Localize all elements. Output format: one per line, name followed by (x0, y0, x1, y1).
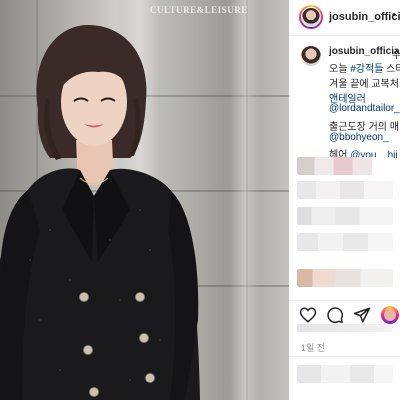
header-separator: • (392, 9, 396, 21)
heart-icon (299, 307, 317, 323)
share-icon (353, 307, 371, 323)
share-button[interactable] (353, 306, 371, 324)
post-caption: josubin_official 수 오늘 #강적들 스타 겨울 끝에 교복처 … (289, 40, 400, 161)
mention-link[interactable]: @lordandtailor_o (329, 103, 400, 114)
woman-in-tweed-jacket-figure (0, 25, 200, 400)
blurred-comment (297, 269, 393, 287)
caption-line: 겨울 끝에 교복처 (329, 79, 399, 90)
blurred-comment (297, 207, 393, 225)
caption-text: 오늘 (329, 64, 351, 75)
story-avatar[interactable] (381, 306, 399, 324)
mention-link[interactable]: @bbohyeon_ (329, 132, 389, 143)
caption-first-word: 수 (392, 50, 400, 61)
profile-avatar[interactable] (299, 5, 323, 29)
blurred-comments (289, 155, 400, 295)
post-timestamp: 1일 전 (301, 343, 326, 353)
caption-line: 오늘 #강적들 스타 (329, 60, 400, 75)
blurred-comment (297, 365, 393, 383)
blurred-comment (297, 233, 393, 251)
blurred-comment (297, 157, 393, 175)
like-button[interactable] (299, 306, 317, 324)
blurred-likes (297, 324, 393, 332)
header-username[interactable]: josubin_official (329, 11, 400, 23)
post-header: josubin_official • (289, 0, 400, 36)
post-photo[interactable]: CULTURE&LEISURE (0, 0, 289, 400)
blurred-comment-area (289, 357, 400, 400)
post-sidebar: josubin_official • josubin_official 수 오늘… (289, 0, 400, 400)
profile-photo (301, 7, 321, 27)
caption-username[interactable]: josubin_official (329, 46, 400, 57)
hashtag-link[interactable]: #강적들 (350, 64, 383, 75)
caption-text: 스타 (386, 64, 400, 75)
comment-icon (327, 307, 344, 324)
comment-button[interactable] (326, 306, 344, 324)
blurred-comment (297, 181, 393, 199)
caption-line: 출근도장 거의 매 (329, 122, 399, 133)
caption-avatar[interactable] (301, 46, 321, 66)
